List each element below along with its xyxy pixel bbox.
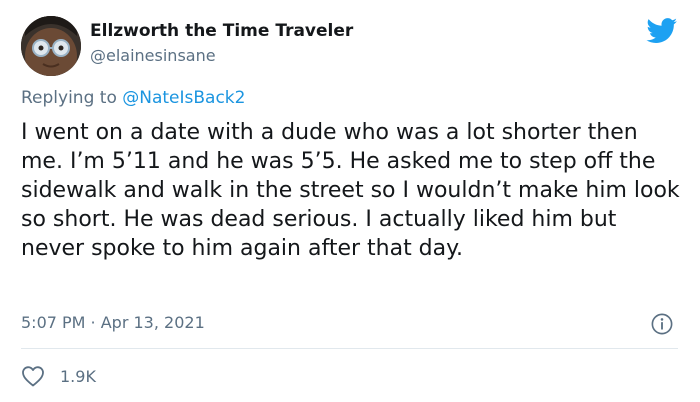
avatar-image: [21, 16, 81, 76]
reply-context: Replying to @NateIsBack2: [21, 88, 245, 108]
like-count: 1.9K: [60, 366, 96, 386]
tweet-text: I went on a date with a dude who was a l…: [21, 120, 680, 261]
reply-mention-link[interactable]: @NateIsBack2: [122, 88, 245, 108]
tweet-card: Ellzworth the Time Traveler @elainesinsa…: [0, 0, 700, 402]
tweet-timestamp[interactable]: 5:07 PM · Apr 13, 2021: [21, 313, 205, 332]
author-display-name[interactable]: Ellzworth the Time Traveler: [90, 21, 353, 41]
divider: [21, 348, 678, 349]
heart-icon: [22, 366, 44, 387]
like-button[interactable]: 1.9K: [21, 364, 96, 388]
avatar[interactable]: [21, 16, 81, 76]
twitter-bird-icon[interactable]: [646, 18, 678, 44]
reply-prefix: Replying to: [21, 88, 123, 108]
info-icon[interactable]: [651, 313, 673, 335]
author-handle[interactable]: @elainesinsane: [90, 46, 216, 65]
